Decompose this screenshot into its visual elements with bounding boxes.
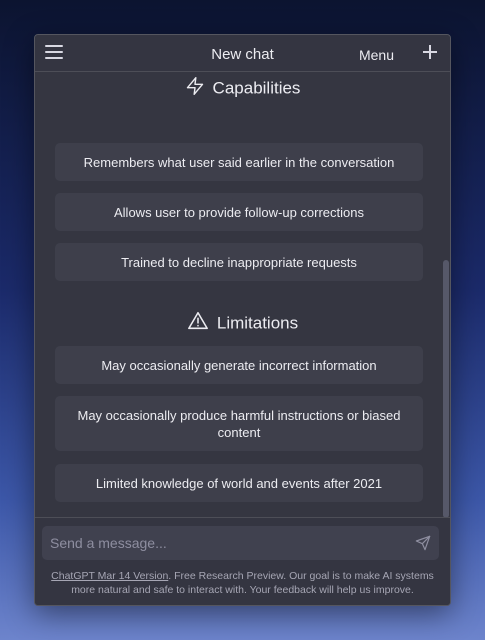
capability-card-2[interactable]: Allows user to provide follow-up correct… [55, 193, 423, 231]
limitations-heading: Limitations [35, 310, 450, 337]
scrollbar-thumb[interactable] [443, 260, 449, 518]
limitation-card-2: May occasionally produce harmful instruc… [55, 396, 423, 451]
chat-window: New chat Menu Capabilities Remembers wha… [34, 34, 451, 606]
message-input-box[interactable] [42, 526, 439, 560]
message-input[interactable] [42, 526, 439, 560]
capability-card-3[interactable]: Trained to decline inappropriate request… [55, 243, 423, 281]
header-bar: New chat Menu [35, 35, 450, 72]
welcome-content: Capabilities Remembers what user said ea… [35, 73, 450, 517]
capabilities-heading: Capabilities [35, 75, 450, 102]
send-paper-plane-icon[interactable] [415, 535, 431, 551]
lightning-icon [185, 75, 205, 102]
capability-card-1[interactable]: Remembers what user said earlier in the … [55, 143, 423, 181]
capabilities-heading-text: Capabilities [212, 78, 301, 98]
limitation-card-1: May occasionally generate incorrect info… [55, 346, 423, 384]
footer-disclaimer: ChatGPT Mar 14 Version. Free Research Pr… [41, 569, 444, 597]
menu-button[interactable]: Menu [359, 47, 394, 63]
version-link[interactable]: ChatGPT Mar 14 Version [51, 570, 168, 582]
composer-area: ChatGPT Mar 14 Version. Free Research Pr… [35, 517, 450, 605]
warning-triangle-icon [187, 310, 209, 337]
limitations-heading-text: Limitations [216, 313, 299, 333]
new-chat-plus-icon[interactable] [422, 44, 438, 60]
limitation-card-3: Limited knowledge of world and events af… [55, 464, 423, 502]
